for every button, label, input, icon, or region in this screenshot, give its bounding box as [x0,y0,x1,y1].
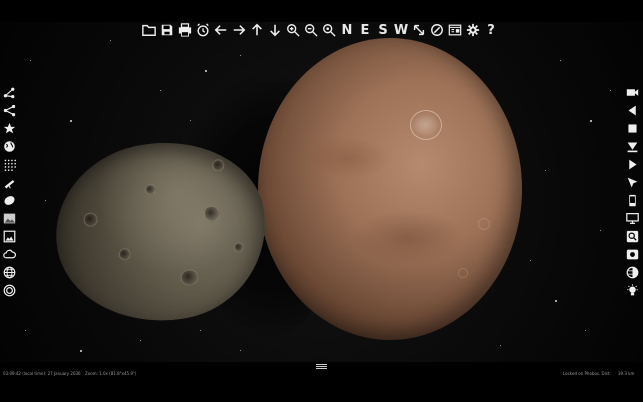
sky-view[interactable] [0,0,643,402]
resize-diagonal-icon[interactable] [410,21,428,39]
north-button[interactable]: N [338,21,356,39]
phobos-crater [144,183,157,196]
snapshot-icon[interactable] [623,245,641,263]
telescope-icon[interactable] [0,173,18,191]
phobos-crater [233,241,245,253]
contrast-icon[interactable] [623,263,641,281]
mars-crater [410,110,442,140]
zoom-readout: Zoom: 1.0x (81.8°x45.9°) [85,371,137,376]
arrow-up-icon[interactable] [248,21,266,39]
step-forward-icon[interactable] [623,137,641,155]
print-icon[interactable] [176,21,194,39]
star-tree-icon[interactable] [0,119,18,137]
alarm-clock-icon[interactable] [194,21,212,39]
phobos-crater [179,268,200,287]
globe-icon[interactable] [0,137,18,155]
arrow-right-icon[interactable] [230,21,248,39]
phobos-crater [202,204,221,223]
play-icon[interactable] [623,155,641,173]
help-button[interactable]: ? [482,21,500,39]
arrow-left-icon[interactable] [212,21,230,39]
zoom-reset-icon[interactable] [320,21,338,39]
arrow-down-icon[interactable] [266,21,284,39]
drawer-handle[interactable] [316,364,327,369]
mars-crater [478,218,490,230]
west-button[interactable]: W [392,21,410,39]
left-toolbar [0,83,18,299]
distance-readout: 39.3 km [618,371,635,376]
zoom-out-icon[interactable] [302,21,320,39]
phobos-crater [82,211,99,228]
share-branch-icon[interactable] [0,101,18,119]
share-node-icon[interactable] [0,83,18,101]
gear-icon[interactable] [464,21,482,39]
light-bulb-icon[interactable] [623,281,641,299]
compass-dial-icon[interactable] [428,21,446,39]
right-toolbar [623,83,643,299]
mars-crater [458,268,468,278]
dots-grid-icon[interactable] [0,155,18,173]
save-icon[interactable] [158,21,176,39]
globe-grid-icon[interactable] [0,263,18,281]
east-button[interactable]: E [356,21,374,39]
top-toolbar: N E S W ? [140,20,500,40]
zoom-in-icon[interactable] [284,21,302,39]
image-landscape-icon[interactable] [0,209,18,227]
cloud-icon[interactable] [0,245,18,263]
window-panel-icon[interactable] [446,21,464,39]
ellipse-icon[interactable] [0,191,18,209]
mars-planet[interactable] [258,38,522,340]
video-camera-icon[interactable] [623,83,641,101]
south-button[interactable]: S [374,21,392,39]
phobos-crater [211,158,226,173]
folder-icon[interactable] [140,21,158,39]
top-bar [0,0,643,22]
lock-status: Locked on Phobos. Dist: [563,371,611,376]
target-circle-icon[interactable] [0,281,18,299]
time-readout: 03:09:42 (local time): 27 January 2036 [3,371,81,376]
play-reverse-icon[interactable] [623,101,641,119]
stop-square-icon[interactable] [623,119,641,137]
image-frame-icon[interactable] [0,227,18,245]
search-window-icon[interactable] [623,227,641,245]
cursor-pointer-icon[interactable] [623,173,641,191]
monitor-icon[interactable] [623,209,641,227]
phobos-crater [117,247,132,262]
phone-icon[interactable] [623,191,641,209]
